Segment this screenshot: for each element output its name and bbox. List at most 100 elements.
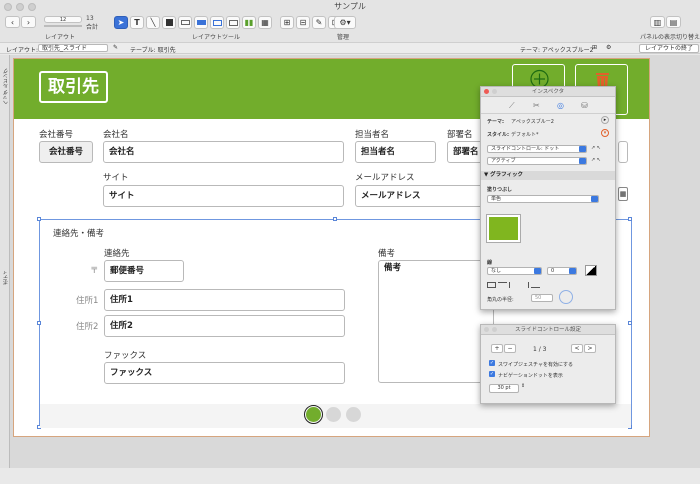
notes-field[interactable]: 備考 bbox=[378, 260, 494, 383]
radius-input[interactable]: 50 bbox=[531, 294, 553, 302]
field-picker-tool[interactable]: ⊞ bbox=[280, 16, 294, 29]
line-width-select[interactable]: 0 bbox=[547, 267, 577, 275]
rectangle-tool[interactable] bbox=[162, 16, 176, 29]
extra-field-edge[interactable] bbox=[618, 141, 628, 163]
portal-icon bbox=[212, 19, 222, 26]
swipe-checkbox[interactable]: ✓ bbox=[489, 360, 495, 366]
forward-button[interactable]: › bbox=[21, 16, 36, 28]
portal-tool[interactable] bbox=[210, 16, 224, 29]
email-field[interactable]: メールアドレス bbox=[355, 185, 487, 207]
body-part-label[interactable]: ボディ bbox=[2, 265, 9, 285]
addr1-field[interactable]: 住所1 bbox=[104, 289, 345, 311]
theme-icon[interactable]: ⊞ bbox=[592, 44, 597, 51]
state-action-icons[interactable]: ↗ ↖ bbox=[591, 157, 601, 163]
back-button[interactable]: ‹ bbox=[5, 16, 20, 28]
site-label: サイト bbox=[103, 173, 129, 183]
border-position-buttons[interactable] bbox=[487, 281, 587, 289]
calendar-icon[interactable]: ▦ bbox=[618, 187, 628, 201]
dot-size-stepper[interactable]: ⇕ bbox=[521, 383, 525, 389]
state-select[interactable]: アクティブ bbox=[487, 157, 587, 165]
resize-handle[interactable] bbox=[628, 321, 632, 325]
border-all-icon[interactable] bbox=[487, 282, 496, 288]
appearance-tab-icon[interactable]: ◎ bbox=[557, 101, 564, 110]
dot-size-input[interactable]: 30 pt bbox=[489, 384, 519, 393]
next-slide-button[interactable]: > bbox=[584, 344, 596, 353]
postal-field[interactable]: 郵便番号 bbox=[104, 260, 184, 282]
resize-handle[interactable] bbox=[37, 321, 41, 325]
radius-control-icon[interactable] bbox=[559, 290, 573, 304]
slide-settings-title: スライドコントロール設定 bbox=[514, 327, 581, 333]
pointer-tool[interactable]: ➤ bbox=[114, 16, 128, 29]
site-field[interactable]: サイト bbox=[103, 185, 344, 207]
line-style-select[interactable]: なし bbox=[487, 267, 542, 275]
page-title[interactable]: 取引先 bbox=[39, 71, 108, 103]
nav-dot-active[interactable] bbox=[304, 405, 323, 424]
popover-tool[interactable] bbox=[226, 16, 240, 29]
web-viewer-tool[interactable]: ▦ bbox=[258, 16, 272, 29]
data-tab-icon[interactable]: ✂ bbox=[533, 101, 540, 110]
layout-label: レイアウト: bbox=[6, 47, 39, 54]
settings-icon[interactable]: ⚙ bbox=[606, 44, 611, 51]
theme-menu-icon[interactable]: ▸ bbox=[601, 116, 609, 124]
edit-layout-icon[interactable]: ✎ bbox=[113, 44, 118, 51]
header-part-label[interactable]: ヘッダ ルビング bbox=[2, 61, 9, 105]
border-top-icon[interactable] bbox=[498, 282, 507, 288]
right-panel-toggle[interactable]: ▤ bbox=[666, 16, 681, 28]
slide-page-indicator: 1 / 3 bbox=[533, 346, 547, 353]
fill-color-swatch[interactable] bbox=[486, 214, 521, 243]
resize-handle[interactable] bbox=[37, 217, 41, 221]
company-name-field[interactable]: 会社名 bbox=[103, 141, 344, 163]
manage-button[interactable]: ⚙▾ bbox=[334, 16, 356, 29]
border-right-icon[interactable] bbox=[520, 282, 529, 288]
left-panel-toggle[interactable]: ▥ bbox=[650, 16, 665, 28]
dots-checkbox[interactable]: ✓ bbox=[489, 371, 495, 377]
object-select[interactable]: スライドコントロール: ドット bbox=[487, 145, 587, 153]
chart-tool[interactable]: ▮▮ bbox=[242, 16, 256, 29]
record-slider[interactable] bbox=[44, 25, 82, 27]
remove-slide-button[interactable]: − bbox=[504, 344, 516, 353]
company-no-field[interactable]: 会社番号 bbox=[39, 141, 93, 163]
resize-handle[interactable] bbox=[628, 217, 632, 221]
fill-select[interactable]: 単色 bbox=[487, 195, 599, 203]
eyedropper-tool[interactable]: ✎ bbox=[312, 16, 326, 29]
line-color-swatch[interactable] bbox=[585, 265, 597, 276]
close-window-button[interactable] bbox=[4, 3, 12, 11]
position-tab-icon[interactable]: ⟋ bbox=[509, 101, 515, 111]
data-source-tab-icon[interactable]: ⛁ bbox=[581, 101, 588, 110]
exit-layout-button[interactable]: レイアウトの終了 bbox=[639, 44, 700, 53]
zoom-window-button[interactable] bbox=[28, 3, 36, 11]
close-panel-button[interactable] bbox=[484, 89, 489, 94]
close-panel-button[interactable] bbox=[484, 327, 489, 332]
prev-slide-button[interactable]: < bbox=[571, 344, 583, 353]
slide-settings-title-bar: スライドコントロール設定 bbox=[481, 325, 615, 335]
record-number-input[interactable]: 12 bbox=[44, 16, 82, 23]
format-painter-tool[interactable]: ⊟ bbox=[296, 16, 310, 29]
add-slide-button[interactable]: + bbox=[491, 344, 503, 353]
dept-label: 部署名 bbox=[447, 130, 473, 140]
graphic-section-header[interactable]: ▼ グラフィック bbox=[481, 171, 615, 180]
minimize-panel-button[interactable] bbox=[492, 89, 497, 94]
border-bottom-icon[interactable] bbox=[531, 282, 540, 288]
minimize-window-button[interactable] bbox=[16, 3, 24, 11]
field-tool[interactable] bbox=[178, 16, 192, 29]
select-arrow-icon bbox=[579, 146, 586, 152]
object-action-icons[interactable]: ↗ ↖ bbox=[591, 145, 601, 151]
line-width-value: 0 bbox=[551, 268, 555, 274]
style-menu-icon[interactable]: ▾ bbox=[601, 129, 609, 137]
resize-handle[interactable] bbox=[333, 217, 337, 221]
line-tool[interactable]: ╲ bbox=[146, 16, 160, 29]
addr2-field[interactable]: 住所2 bbox=[104, 315, 345, 337]
layout-select[interactable]: 取引先_スライド bbox=[38, 44, 108, 52]
text-tool[interactable]: T bbox=[130, 16, 144, 29]
border-left-icon[interactable] bbox=[509, 282, 518, 288]
contact-field[interactable]: 担当者名 bbox=[355, 141, 436, 163]
minimize-panel-button[interactable] bbox=[492, 327, 497, 332]
chart-icon: ▮▮ bbox=[244, 18, 254, 27]
nav-dot[interactable] bbox=[346, 407, 361, 422]
chevron-left-icon: ‹ bbox=[10, 17, 15, 27]
theme-label: テーマ: bbox=[487, 119, 504, 125]
nav-dot[interactable] bbox=[326, 407, 341, 422]
button-tool[interactable] bbox=[194, 16, 208, 29]
email-label: メールアドレス bbox=[355, 173, 415, 183]
fax-field[interactable]: ファックス bbox=[104, 362, 345, 384]
